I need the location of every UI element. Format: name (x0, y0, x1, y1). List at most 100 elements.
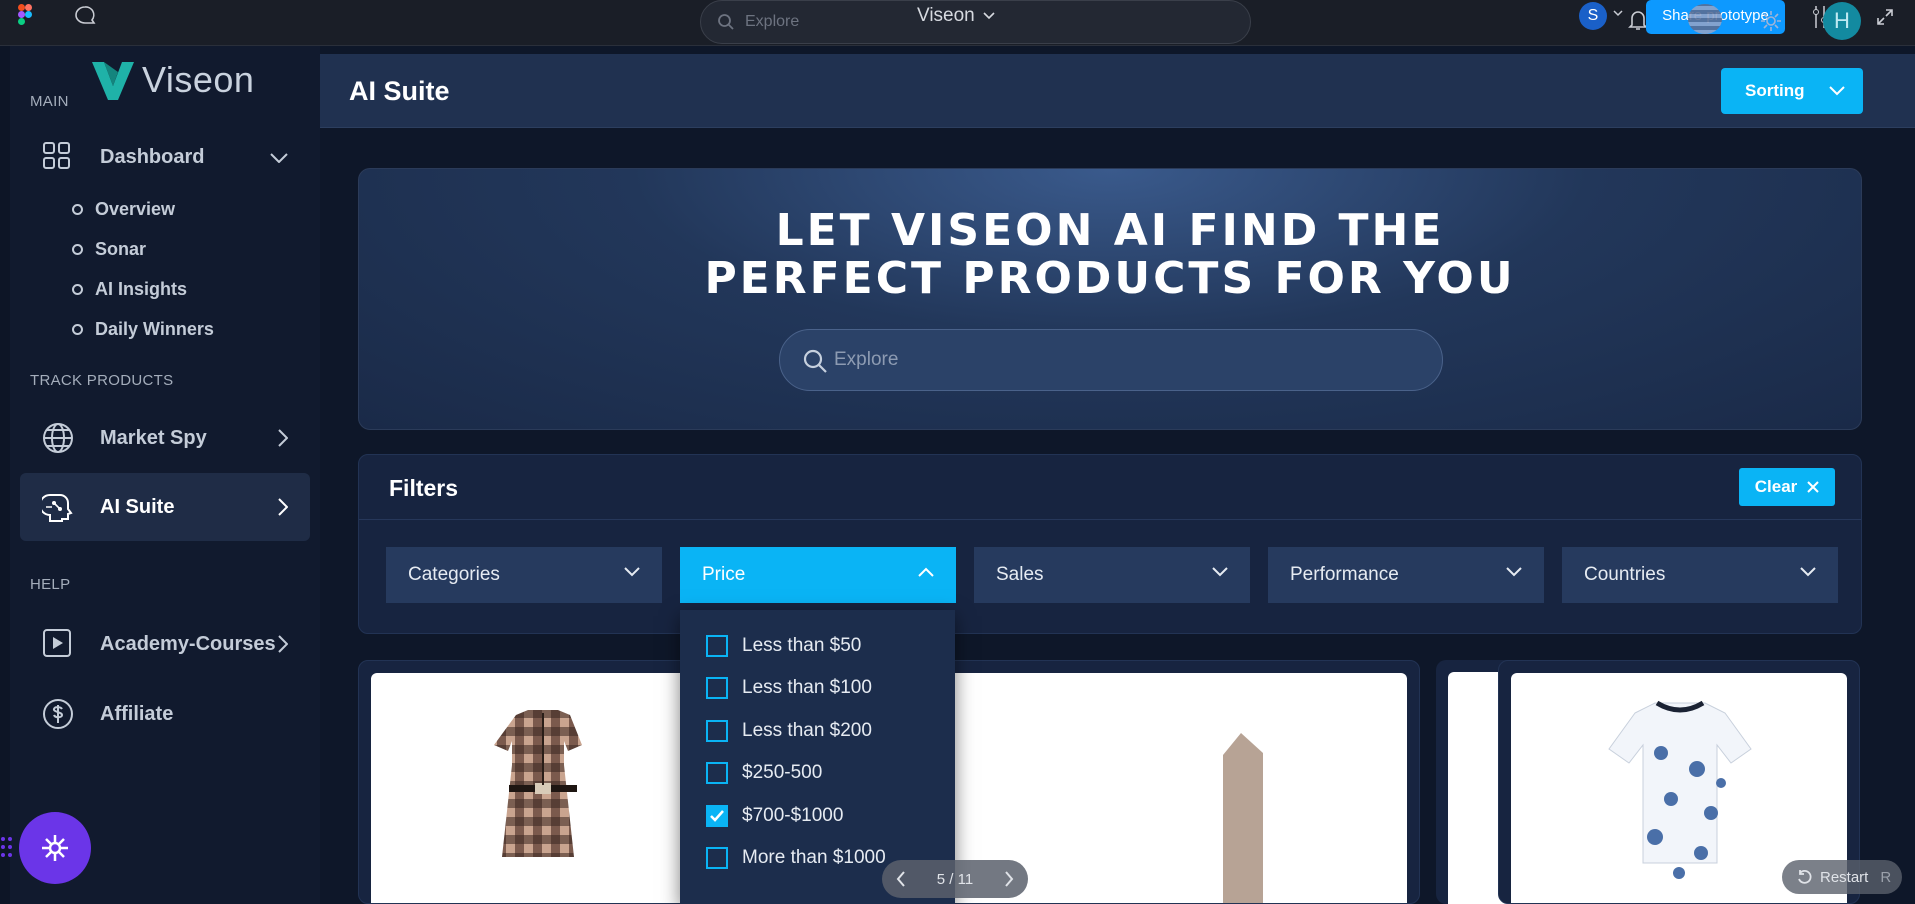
hero-title-line-1: LET VISEON AI FIND THE (775, 205, 1445, 256)
sidebar-item-market-spy[interactable]: Market Spy (20, 404, 310, 472)
price-option[interactable]: $700-$1000 (706, 805, 843, 827)
play-video-icon (43, 629, 71, 657)
sorting-label: Sorting (1745, 81, 1805, 100)
price-option-label: Less than $50 (742, 635, 862, 656)
avatar-caret-icon[interactable] (1613, 9, 1623, 17)
hero-search-bar[interactable] (779, 329, 1443, 391)
toolbar-search-placeholder: Explore (745, 13, 800, 30)
close-icon (1807, 481, 1819, 493)
brand-name: Viseon (142, 59, 255, 100)
restart-label: Restart (1820, 868, 1869, 886)
chevron-up-icon (918, 567, 934, 577)
price-option-label: $700-$1000 (742, 805, 844, 826)
filter-dropdown-label: Price (702, 564, 746, 585)
section-label-track-products: TRACK PRODUCTS (30, 372, 174, 389)
expand-icon[interactable] (1876, 8, 1894, 26)
collaborator-avatar[interactable]: H (1823, 2, 1861, 40)
sidebar-item-label: Market Spy (100, 426, 207, 449)
filters-title: Filters (389, 475, 459, 501)
hero-banner: LET VISEON AI FIND THE PERFECT PRODUCTS … (358, 168, 1862, 430)
viseon-logo-icon (92, 62, 134, 100)
price-option-label: Less than $200 (742, 720, 872, 741)
filter-dropdown-performance[interactable]: Performance (1268, 547, 1544, 603)
price-option-label: Less than $100 (742, 677, 872, 698)
chevron-right-icon[interactable] (1004, 871, 1014, 887)
brain-icon (42, 494, 73, 522)
sidebar-item-affiliate[interactable]: Affiliate (20, 680, 310, 748)
filter-dropdown-sales[interactable]: Sales (974, 547, 1250, 603)
chevron-down-icon (1212, 567, 1228, 577)
filters-panel: Filters Clear Categories Price Sales Per… (358, 454, 1862, 634)
hero-title-line-2: PERFECT PRODUCTS FOR YOU (704, 253, 1516, 304)
filter-dropdown-categories[interactable]: Categories (386, 547, 662, 603)
sidebar-subitem-label: Sonar (95, 239, 147, 259)
chevron-down-icon (1800, 567, 1816, 577)
product-card[interactable] (358, 660, 714, 904)
figma-logo-icon[interactable] (18, 4, 32, 26)
filter-dropdown-label: Categories (408, 564, 500, 585)
bullet-icon (72, 244, 83, 255)
bullet-icon (72, 324, 83, 335)
chevron-right-icon (278, 498, 288, 516)
price-option[interactable]: Less than $200 (706, 720, 872, 742)
price-option[interactable]: More than $1000 (706, 847, 886, 869)
price-option-label: More than $1000 (742, 847, 886, 868)
chevron-down-icon (1506, 567, 1522, 577)
checkbox-checked[interactable] (706, 805, 728, 827)
sidebar-subitem-ai-insights[interactable]: AI Insights (72, 279, 187, 300)
file-title-menu[interactable]: Viseon (917, 5, 995, 27)
file-title: Viseon (917, 5, 975, 26)
prototype-toolbar: Explore Viseon S Share prototype H (0, 0, 1915, 46)
price-option[interactable]: Less than $50 (706, 635, 861, 657)
chevron-left-icon[interactable] (896, 871, 906, 887)
sidebar-subitem-daily-winners[interactable]: Daily Winners (72, 319, 214, 340)
checkbox[interactable] (706, 677, 728, 699)
filter-dropdown-label: Countries (1584, 564, 1666, 585)
checkbox[interactable] (706, 720, 728, 742)
sidebar-item-dashboard[interactable]: Dashboard (20, 123, 310, 191)
grid-icon (43, 142, 70, 169)
restart-button[interactable]: Restart R (1782, 860, 1902, 894)
comment-icon[interactable] (74, 5, 96, 25)
prototype-pager: 5 / 11 (882, 860, 1028, 898)
filter-dropdown-label: Sales (996, 564, 1044, 585)
clear-label: Clear (1754, 477, 1798, 496)
hero-title: LET VISEON AI FIND THE PERFECT PRODUCTS … (359, 207, 1861, 303)
checkbox[interactable] (706, 847, 728, 869)
sidebar-item-ai-suite[interactable]: AI Suite (20, 473, 310, 541)
sidebar-subitem-label: Overview (95, 199, 176, 219)
sidebar-subitem-sonar[interactable]: Sonar (72, 239, 146, 260)
assistant-fab-button[interactable] (19, 812, 91, 884)
globe-icon (43, 423, 73, 453)
user-avatar[interactable]: S (1579, 2, 1607, 30)
restart-shortcut: R (1880, 868, 1892, 886)
checkbox[interactable] (706, 762, 728, 784)
sidebar-subitem-overview[interactable]: Overview (72, 199, 175, 220)
clear-filters-button[interactable]: Clear (1739, 468, 1835, 506)
filter-dropdown-price[interactable]: Price (680, 547, 956, 603)
sidebar-item-label: Academy-Courses (100, 632, 276, 655)
drag-handle-icon[interactable] (0, 834, 14, 860)
search-icon (718, 14, 734, 30)
chevron-right-icon (278, 429, 288, 447)
price-option[interactable]: Less than $100 (706, 677, 872, 699)
divider (359, 519, 1861, 520)
section-label-help: HELP (30, 576, 71, 593)
brand-logo[interactable]: Viseon (90, 58, 254, 102)
page-header: AI Suite Sorting (320, 54, 1915, 128)
asterisk-icon (42, 835, 68, 861)
filter-dropdown-countries[interactable]: Countries (1562, 547, 1838, 603)
checkbox[interactable] (706, 635, 728, 657)
sidebar-subitem-label: Daily Winners (95, 319, 214, 339)
sorting-button[interactable]: Sorting (1721, 68, 1863, 114)
product-image (371, 673, 701, 903)
section-label-main: MAIN (30, 93, 69, 110)
bullet-icon (72, 284, 83, 295)
price-option-label: $250-500 (742, 762, 823, 783)
hero-search-input[interactable] (834, 330, 1414, 390)
page-title: AI Suite (349, 76, 450, 106)
settings-icon[interactable] (1758, 8, 1784, 34)
price-option[interactable]: $250-500 (706, 762, 822, 784)
sidebar-item-label: Affiliate (100, 702, 174, 725)
sidebar-item-academy-courses[interactable]: Academy-Courses (20, 610, 310, 678)
